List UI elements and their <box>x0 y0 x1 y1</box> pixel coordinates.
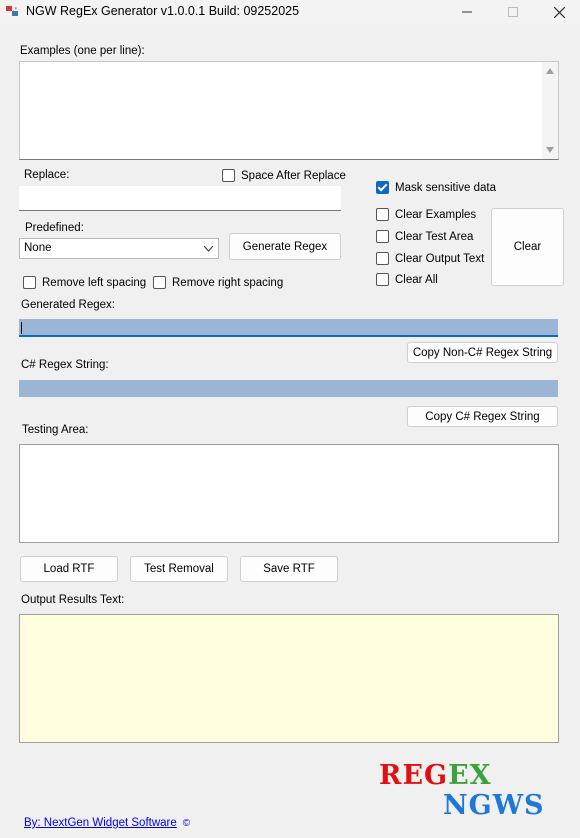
examples-textarea[interactable] <box>19 61 559 160</box>
copy-csharp-button[interactable]: Copy C# Regex String <box>407 406 558 427</box>
clear-all-label: Clear All <box>395 273 438 286</box>
output-results-label: Output Results Text: <box>21 594 125 606</box>
csharp-regex-label: C# Regex String: <box>21 359 109 371</box>
replace-input[interactable] <box>19 186 341 211</box>
minimize-icon <box>462 11 472 13</box>
checkbox-box[interactable] <box>376 230 389 243</box>
generate-regex-button[interactable]: Generate Regex <box>229 233 341 260</box>
maximize-icon <box>508 7 518 17</box>
copy-non-csharp-button[interactable]: Copy Non-C# Regex String <box>407 342 558 363</box>
app-icon: .* <box>6 6 18 16</box>
space-after-replace-label: Space After Replace <box>241 169 346 182</box>
predefined-select[interactable]: None <box>19 238 219 259</box>
scroll-up-icon[interactable] <box>546 68 554 74</box>
text-cursor <box>21 322 22 334</box>
clear-output-text-label: Clear Output Text <box>395 252 485 265</box>
clear-button[interactable]: Clear <box>491 208 564 286</box>
logo-ngws-text: NGWS <box>443 790 545 821</box>
footer: By: NextGen Widget Software © <box>24 817 190 829</box>
checkbox-box[interactable] <box>376 181 389 194</box>
checkbox-box[interactable] <box>376 208 389 221</box>
examples-label: Examples (one per line): <box>20 45 145 57</box>
checkbox-box[interactable] <box>376 252 389 265</box>
clear-examples-checkbox[interactable]: Clear Examples <box>376 208 476 221</box>
checkbox-box[interactable] <box>222 169 235 182</box>
checkbox-box[interactable] <box>153 276 166 289</box>
chevron-down-icon <box>204 246 213 252</box>
test-removal-button[interactable]: Test Removal <box>130 556 228 582</box>
copyright-icon: © <box>182 817 191 829</box>
testing-area-label: Testing Area: <box>22 424 89 436</box>
maximize-button[interactable] <box>490 0 536 24</box>
csharp-regex-output[interactable] <box>19 380 558 397</box>
testing-area-textarea[interactable] <box>19 444 559 543</box>
svg-text:.*: .* <box>13 7 18 13</box>
space-after-replace-checkbox[interactable]: Space After Replace <box>222 169 346 182</box>
output-results-textarea[interactable] <box>19 614 559 743</box>
scroll-down-icon[interactable] <box>546 147 554 153</box>
remove-right-spacing-label: Remove right spacing <box>172 276 284 289</box>
window-title: NGW RegEx Generator v1.0.0.1 Build: 0925… <box>26 4 300 18</box>
mask-sensitive-checkbox[interactable]: Mask sensitive data <box>376 181 496 194</box>
minimize-button[interactable] <box>444 0 490 24</box>
checkbox-box[interactable] <box>23 276 36 289</box>
remove-left-spacing-label: Remove left spacing <box>42 276 147 289</box>
predefined-value: None <box>24 242 52 254</box>
logo-regex: REGEX <box>379 760 492 791</box>
clear-output-text-checkbox[interactable]: Clear Output Text <box>376 252 484 265</box>
logo-regex-text: REGEX <box>379 760 492 791</box>
save-rtf-button[interactable]: Save RTF <box>240 556 338 582</box>
clear-all-checkbox[interactable]: Clear All <box>376 273 438 286</box>
generated-regex-output[interactable] <box>19 319 558 337</box>
footer-link[interactable]: By: NextGen Widget Software <box>24 817 177 829</box>
remove-right-spacing-checkbox[interactable]: Remove right spacing <box>153 276 283 289</box>
clear-examples-label: Clear Examples <box>395 208 477 221</box>
close-button[interactable] <box>536 0 580 24</box>
logo-ngws: NGWS <box>443 790 545 821</box>
examples-scrollbar[interactable] <box>542 62 558 159</box>
clear-test-area-label: Clear Test Area <box>395 230 474 243</box>
load-rtf-button[interactable]: Load RTF <box>20 556 118 582</box>
predefined-label: Predefined: <box>25 222 84 234</box>
checkbox-box[interactable] <box>376 273 389 286</box>
generated-regex-label: Generated Regex: <box>21 299 115 311</box>
replace-label: Replace: <box>24 169 70 181</box>
clear-test-area-checkbox[interactable]: Clear Test Area <box>376 230 473 243</box>
close-icon <box>553 6 565 18</box>
remove-left-spacing-checkbox[interactable]: Remove left spacing <box>23 276 146 289</box>
mask-sensitive-label: Mask sensitive data <box>395 181 496 194</box>
